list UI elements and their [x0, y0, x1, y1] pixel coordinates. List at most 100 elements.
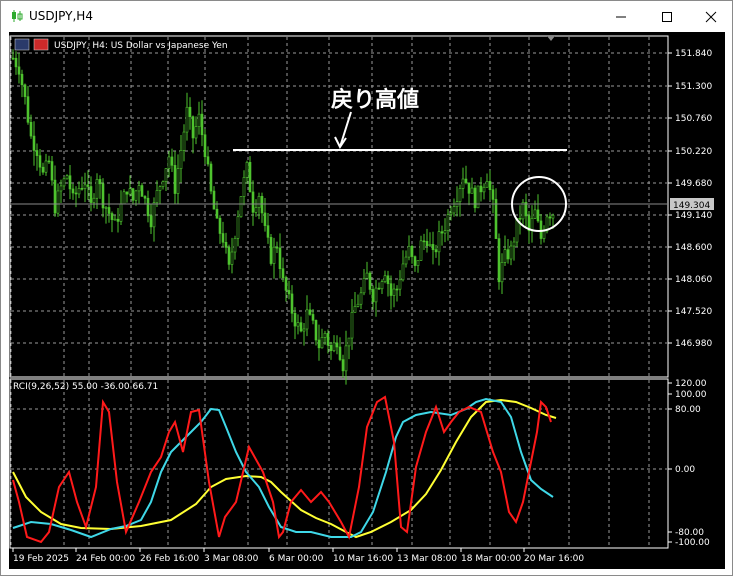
time-label: 19 Feb 2025 — [13, 554, 69, 564]
candle-body — [440, 231, 444, 234]
candle-body — [341, 359, 345, 372]
candle-body — [476, 185, 480, 209]
candle-body — [119, 203, 123, 222]
title-bar[interactable]: USDJPY,H4 — [1, 1, 732, 32]
candle-body — [35, 150, 39, 156]
candle-body — [539, 220, 543, 239]
candle-body — [518, 218, 522, 220]
candle-body — [494, 199, 498, 239]
candle-body — [257, 196, 261, 208]
candle-body — [59, 185, 63, 192]
candle-body — [359, 292, 363, 305]
candle-body — [368, 272, 372, 290]
candle-body — [308, 309, 312, 315]
candle-body — [182, 131, 186, 151]
price-label: 148.060 — [675, 275, 712, 285]
candle-body — [536, 209, 540, 222]
candle-body — [104, 207, 108, 209]
candle-body — [233, 238, 237, 253]
candle-body — [377, 287, 381, 290]
candle-body — [470, 187, 474, 194]
candle-body — [14, 57, 18, 68]
candle-body — [26, 96, 30, 123]
candle-body — [77, 188, 81, 195]
candle-body — [353, 306, 357, 313]
candle-body — [23, 84, 27, 97]
close-button[interactable] — [688, 1, 733, 32]
candle-body — [485, 181, 489, 188]
chart-canvas[interactable]: 149.304 戻り高値 USDJPY, H4: US Dollar vs Ja… — [9, 32, 725, 569]
minimize-button[interactable] — [598, 1, 644, 32]
chart-area[interactable]: 149.304 戻り高値 USDJPY, H4: US Dollar vs Ja… — [9, 32, 725, 569]
candle-body — [128, 188, 132, 195]
candle-body — [329, 344, 333, 351]
maximize-button[interactable] — [644, 1, 690, 32]
candle-body — [479, 185, 483, 193]
candle-body — [392, 288, 396, 296]
indicator-axis-label: -80.00 — [675, 528, 704, 538]
candle-body — [434, 249, 438, 253]
candle-body — [320, 337, 324, 349]
candle-body — [269, 237, 273, 264]
candle-body — [71, 188, 75, 194]
time-label: 20 Mar 16:00 — [524, 554, 584, 564]
candle-body — [389, 283, 393, 296]
candle-body — [185, 106, 189, 133]
candle-body — [386, 275, 390, 284]
candles — [11, 49, 555, 385]
candle-body — [200, 113, 204, 136]
price-label: 151.840 — [675, 49, 712, 59]
candle-body — [302, 328, 306, 332]
candle-body — [425, 240, 429, 247]
scroll-marker-icon[interactable] — [547, 36, 555, 41]
annotation-arrow-icon — [334, 111, 352, 149]
price-label: 148.600 — [675, 243, 712, 253]
candle-body — [44, 160, 48, 173]
candle-body — [116, 218, 120, 222]
candle-body — [188, 106, 192, 117]
time-label: 26 Feb 16:00 — [140, 554, 199, 564]
candle-body — [350, 312, 354, 339]
candle-body — [443, 230, 447, 234]
candle-body — [158, 186, 162, 191]
candle-body — [203, 134, 207, 158]
price-label: 149.140 — [675, 211, 712, 221]
candle-body — [458, 188, 462, 203]
candle-body — [401, 263, 405, 281]
candle-body — [191, 116, 195, 139]
candle-body — [251, 191, 255, 213]
candle-body — [299, 322, 303, 332]
candle-body — [296, 322, 300, 327]
candle-body — [113, 218, 117, 221]
candle-body — [311, 314, 315, 321]
candle-body — [287, 290, 291, 295]
candle-body — [170, 156, 174, 166]
candle-body — [431, 244, 435, 250]
candle-body — [374, 287, 378, 303]
candle-body — [347, 337, 351, 347]
candle-body — [533, 209, 537, 219]
candle-body — [248, 161, 252, 193]
candle-body — [227, 247, 231, 265]
minimize-icon — [616, 16, 626, 17]
candle-body — [305, 309, 309, 330]
candle-body — [197, 113, 201, 127]
candle-body — [413, 256, 417, 266]
price-label: 147.520 — [675, 307, 712, 317]
candle-body — [395, 288, 399, 291]
candle-body — [236, 216, 240, 239]
candle-body — [215, 208, 219, 219]
candle-body — [521, 202, 525, 220]
indicator-axis-label: 80.00 — [675, 405, 701, 415]
candle-body — [317, 339, 321, 349]
chart-type-icon — [33, 38, 49, 51]
candle-body — [362, 278, 366, 294]
candle-body — [497, 238, 501, 283]
time-label: 10 Mar 16:00 — [333, 554, 393, 564]
indicator-axis-label: 120.00 — [675, 379, 707, 389]
candle-body — [410, 245, 414, 257]
candle-body — [380, 281, 384, 290]
candle-body — [152, 202, 156, 228]
time-label: 13 Mar 08:00 — [397, 554, 457, 564]
candle-body — [404, 256, 408, 265]
